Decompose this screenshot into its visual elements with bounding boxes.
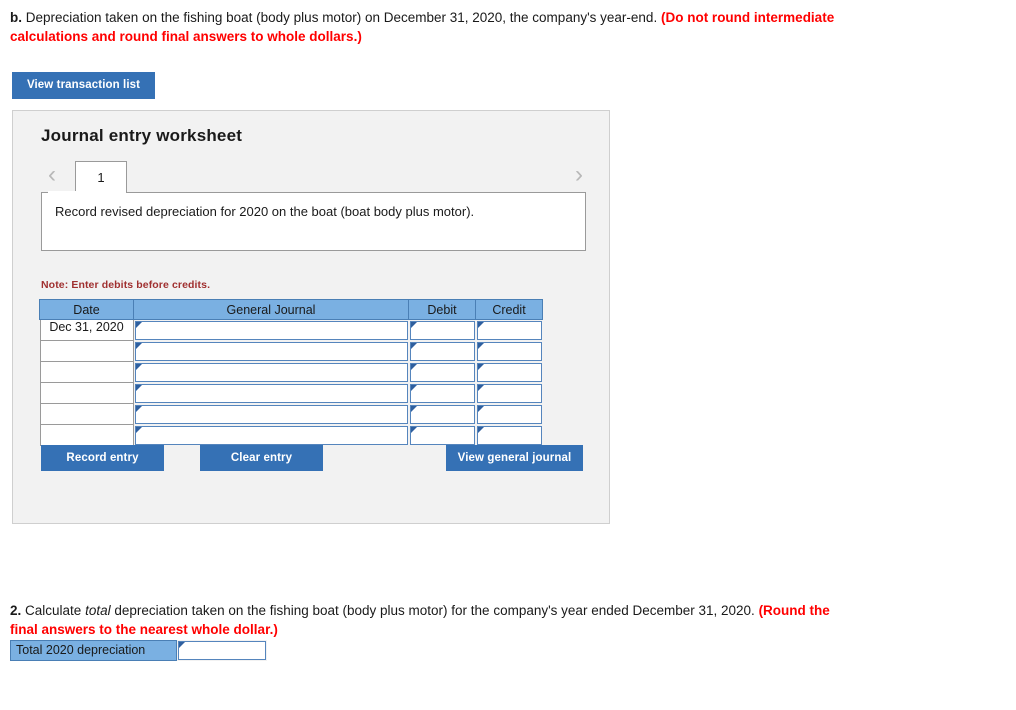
debit-input[interactable] (409, 405, 475, 424)
clear-entry-button[interactable]: Clear entry (200, 445, 323, 471)
worksheet-description-box: Record revised depreciation for 2020 on … (41, 192, 586, 251)
debit-input[interactable] (409, 321, 475, 340)
general-journal-input[interactable] (134, 384, 408, 403)
question-2-text-part1: Calculate (21, 603, 86, 618)
general-journal-input[interactable] (134, 342, 408, 361)
tab-seam-mask (48, 191, 99, 194)
question-b-label: b. (10, 10, 22, 25)
record-entry-button[interactable]: Record entry (41, 445, 164, 471)
general-journal-input[interactable] (134, 363, 408, 382)
chevron-left-icon[interactable]: ‹ (41, 162, 63, 190)
panel-title: Journal entry worksheet (41, 126, 243, 145)
debit-input[interactable] (409, 384, 475, 403)
total-depreciation-label: Total 2020 depreciation (10, 640, 177, 661)
credit-input[interactable] (476, 405, 542, 424)
table-row (39, 341, 543, 362)
credit-input[interactable] (476, 321, 542, 340)
journal-entry-table: Date General Journal Debit Credit Dec 31… (39, 299, 543, 446)
credit-input[interactable] (476, 426, 542, 445)
general-journal-input[interactable] (134, 321, 408, 340)
question-2-label: 2. (10, 603, 22, 618)
column-header-credit: Credit (475, 299, 543, 320)
question-b: b. Depreciation taken on the fishing boa… (10, 8, 855, 46)
chevron-right-icon[interactable]: › (568, 162, 590, 190)
question-2-text-part2: depreciation taken on the fishing boat (… (110, 603, 759, 618)
total-depreciation-input[interactable] (178, 641, 266, 660)
worksheet-tab-1[interactable]: 1 (75, 161, 127, 193)
worksheet-description-text: Record revised depreciation for 2020 on … (55, 204, 475, 219)
date-cell[interactable]: Dec 31, 2020 (39, 320, 134, 341)
general-journal-input[interactable] (134, 405, 408, 424)
worksheet-tabstrip: ‹ 1 › (33, 159, 593, 193)
table-row (39, 383, 543, 404)
date-cell[interactable] (39, 362, 134, 383)
table-row (39, 362, 543, 383)
question-b-text: Depreciation taken on the fishing boat (… (22, 10, 661, 25)
total-depreciation-input-wrap (177, 640, 267, 661)
date-cell[interactable] (39, 425, 134, 446)
date-cell[interactable] (39, 383, 134, 404)
debit-input[interactable] (409, 426, 475, 445)
view-general-journal-button[interactable]: View general journal (446, 445, 583, 471)
question-2: 2. Calculate total depreciation taken on… (10, 601, 860, 639)
question-2-emphasis: total (85, 603, 111, 618)
credit-input[interactable] (476, 342, 542, 361)
column-header-general-journal: General Journal (133, 299, 409, 320)
debits-before-credits-note: Note: Enter debits before credits. (41, 279, 211, 291)
table-row: Dec 31, 2020 (39, 320, 543, 341)
debit-input[interactable] (409, 363, 475, 382)
view-transaction-list-button[interactable]: View transaction list (12, 72, 155, 99)
journal-entry-worksheet-panel: Journal entry worksheet ‹ 1 › Record rev… (12, 110, 610, 524)
table-row (39, 404, 543, 425)
date-cell[interactable] (39, 404, 134, 425)
total-depreciation-row: Total 2020 depreciation (10, 640, 267, 661)
general-journal-input[interactable] (134, 426, 408, 445)
debit-input[interactable] (409, 342, 475, 361)
date-cell[interactable] (39, 341, 134, 362)
credit-input[interactable] (476, 363, 542, 382)
table-header-row: Date General Journal Debit Credit (39, 299, 543, 320)
column-header-debit: Debit (408, 299, 476, 320)
table-row (39, 425, 543, 446)
column-header-date: Date (39, 299, 134, 320)
credit-input[interactable] (476, 384, 542, 403)
